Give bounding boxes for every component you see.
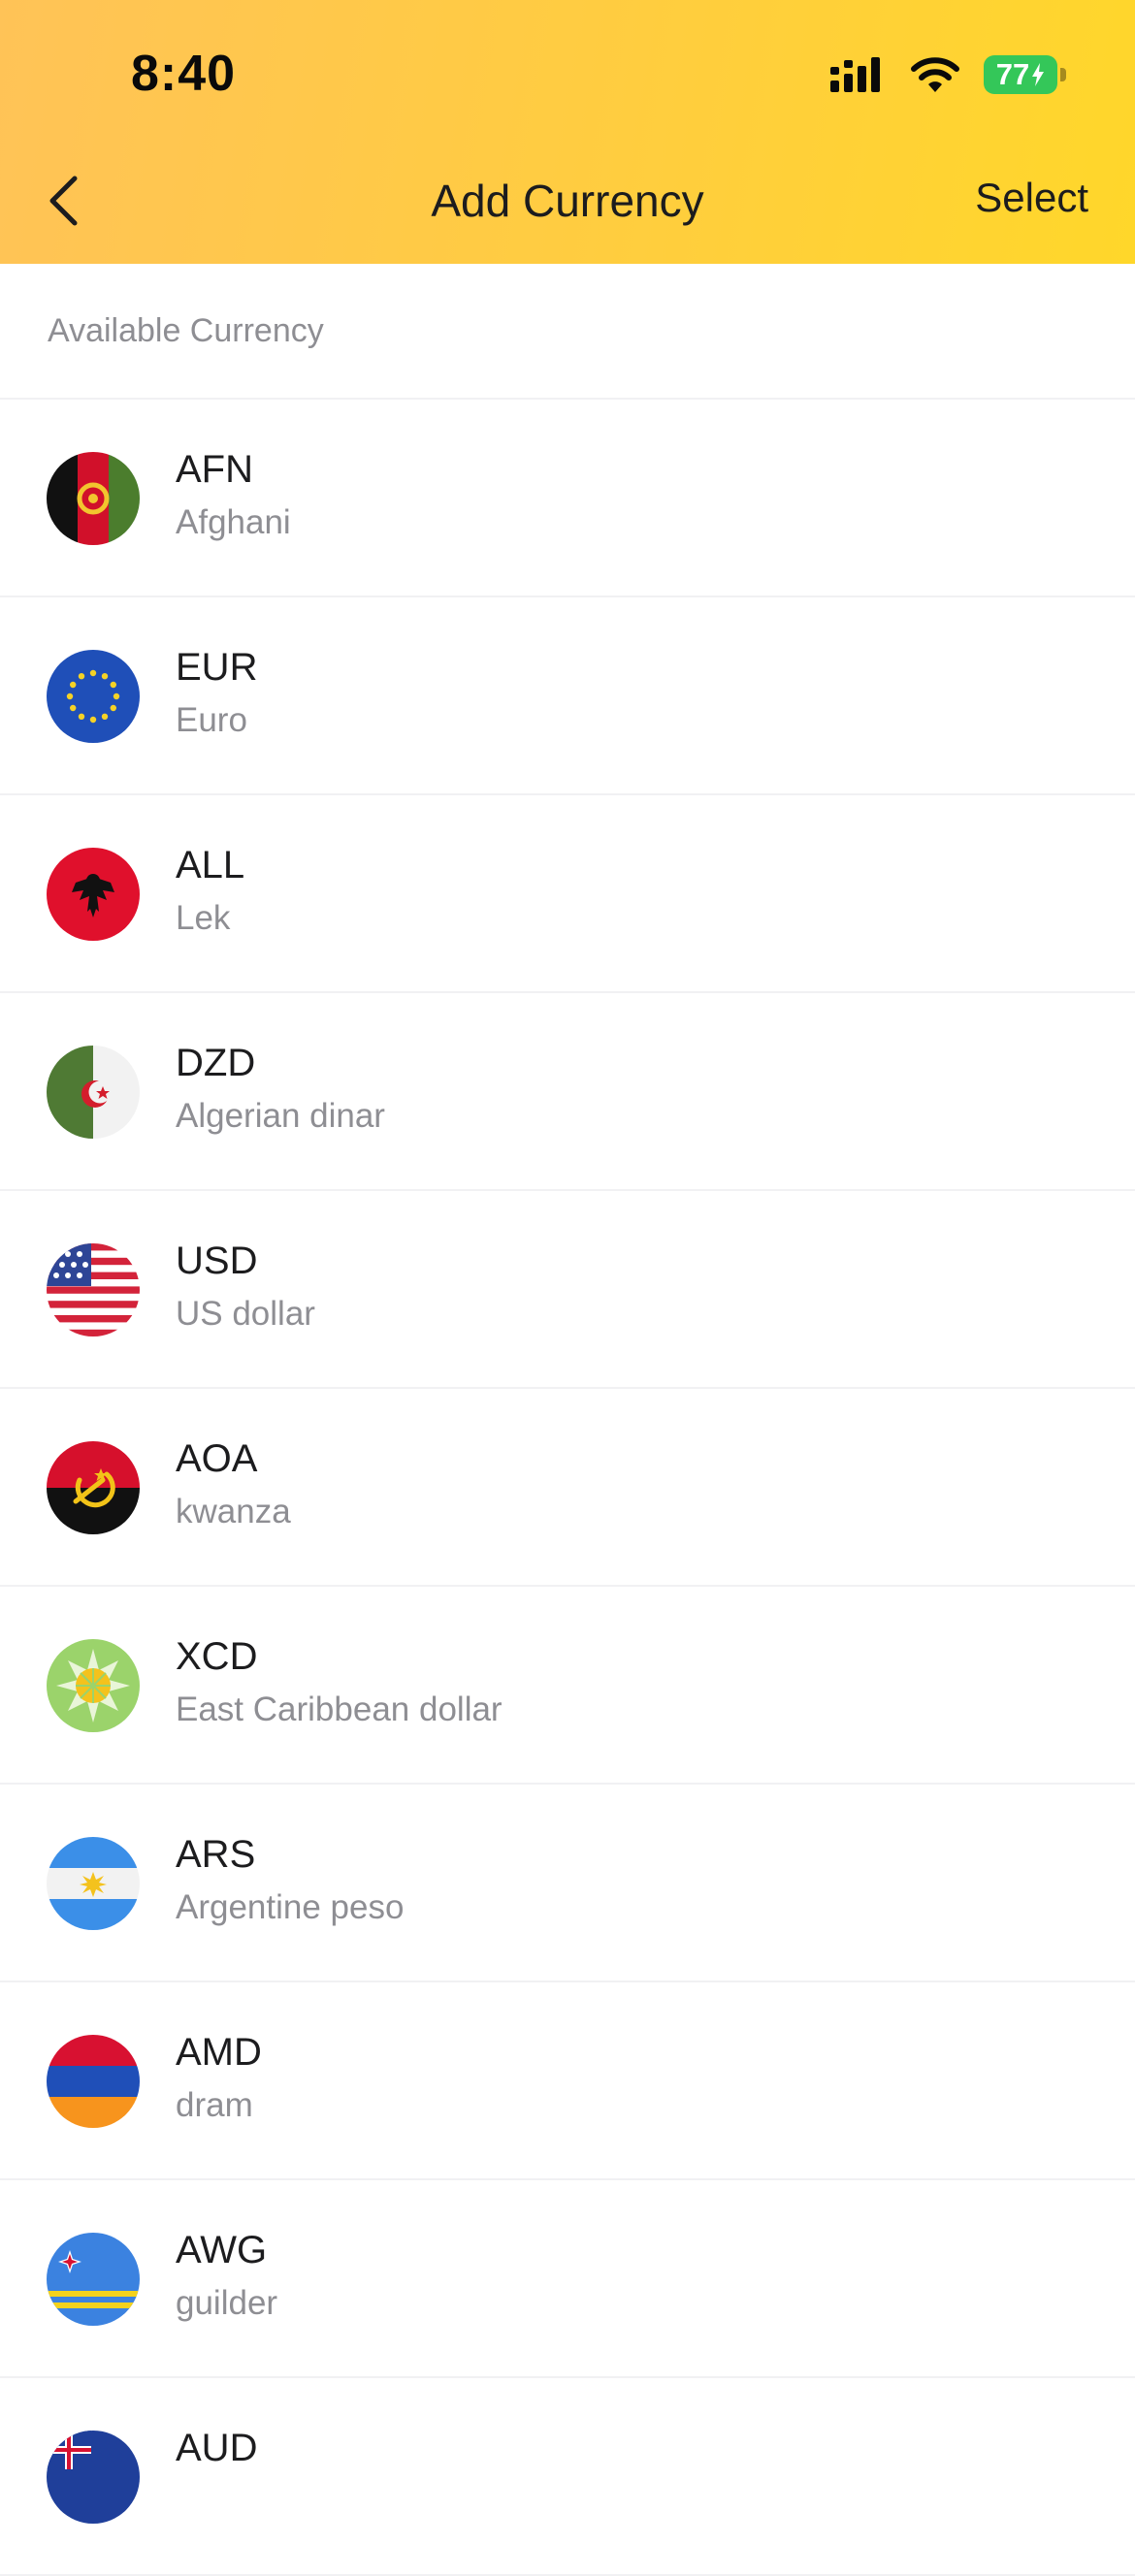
currency-name: Argentine peso (176, 1888, 405, 1926)
currency-code: AOA (176, 1437, 258, 1480)
currency-name: Euro (176, 701, 247, 739)
currency-row-xcd[interactable]: XCD East Caribbean dollar (0, 1587, 1135, 1785)
currency-code: AMD (176, 2031, 262, 2074)
currency-code: AUD (176, 2427, 258, 2469)
currency-row-aoa[interactable]: AOA kwanza (0, 1389, 1135, 1587)
currency-name: Algerian dinar (176, 1097, 385, 1135)
currency-code: ALL (176, 844, 245, 886)
currency-name: US dollar (176, 1295, 315, 1333)
header: 8:40 77 Add Currency Select (0, 0, 1135, 264)
status-time: 8:40 (131, 46, 237, 102)
currency-row-aud[interactable]: AUD (0, 2378, 1135, 2576)
currency-name: Afghani (176, 503, 291, 541)
currency-row-dzd[interactable]: DZD Algerian dinar (0, 993, 1135, 1191)
currency-name: Lek (176, 899, 231, 937)
currency-code: XCD (176, 1635, 258, 1678)
east-caribbean-flag-icon (47, 1639, 140, 1732)
currency-code: ARS (176, 1833, 256, 1876)
status-icons: 77 (828, 50, 1066, 99)
section-title: Available Currency (48, 312, 324, 349)
armenia-flag-icon (47, 2035, 140, 2128)
albania-flag-icon (47, 848, 140, 941)
currency-code: USD (176, 1240, 258, 1282)
select-button[interactable]: Select (975, 175, 1088, 221)
currency-row-eur[interactable]: EUR Euro (0, 597, 1135, 795)
bolt-icon (1032, 63, 1045, 86)
currency-row-awg[interactable]: AWG guilder (0, 2180, 1135, 2378)
currency-row-afn[interactable]: AFN Afghani (0, 400, 1135, 597)
aruba-flag-icon (47, 2233, 140, 2326)
currency-row-all[interactable]: ALL Lek (0, 795, 1135, 993)
currency-code: EUR (176, 646, 258, 689)
page-title: Add Currency (431, 176, 704, 226)
currency-name: East Caribbean dollar (176, 1690, 503, 1728)
navigation-bar: Add Currency Select (0, 145, 1135, 264)
argentina-flag-icon (47, 1837, 140, 1930)
signal-icon (828, 55, 887, 94)
status-bar: 8:40 77 (0, 0, 1135, 145)
currency-row-ars[interactable]: ARS Argentine peso (0, 1785, 1135, 1982)
usa-flag-icon (47, 1243, 140, 1336)
currency-code: AFN (176, 448, 253, 491)
currency-name: guilder (176, 2284, 278, 2322)
currency-row-usd[interactable]: USD US dollar (0, 1191, 1135, 1389)
battery-charging-icon: 77 (984, 55, 1066, 94)
currency-code: DZD (176, 1042, 256, 1084)
australia-flag-icon (47, 2431, 140, 2524)
currency-row-amd[interactable]: AMD dram (0, 1982, 1135, 2180)
section-header: Available Currency (0, 264, 1135, 400)
battery-level: 77 (995, 57, 1030, 91)
currency-code: AWG (176, 2229, 268, 2271)
afghanistan-flag-icon (47, 452, 140, 545)
currency-list: AFN Afghani EUR Euro ALL Lek DZD Algeria… (0, 400, 1135, 2576)
eu-flag-icon (47, 650, 140, 743)
currency-name: kwanza (176, 1493, 291, 1530)
wifi-icon (910, 55, 960, 94)
algeria-flag-icon (47, 1046, 140, 1139)
angola-flag-icon (47, 1441, 140, 1534)
currency-name: dram (176, 2086, 253, 2124)
battery-cap (1060, 68, 1066, 81)
